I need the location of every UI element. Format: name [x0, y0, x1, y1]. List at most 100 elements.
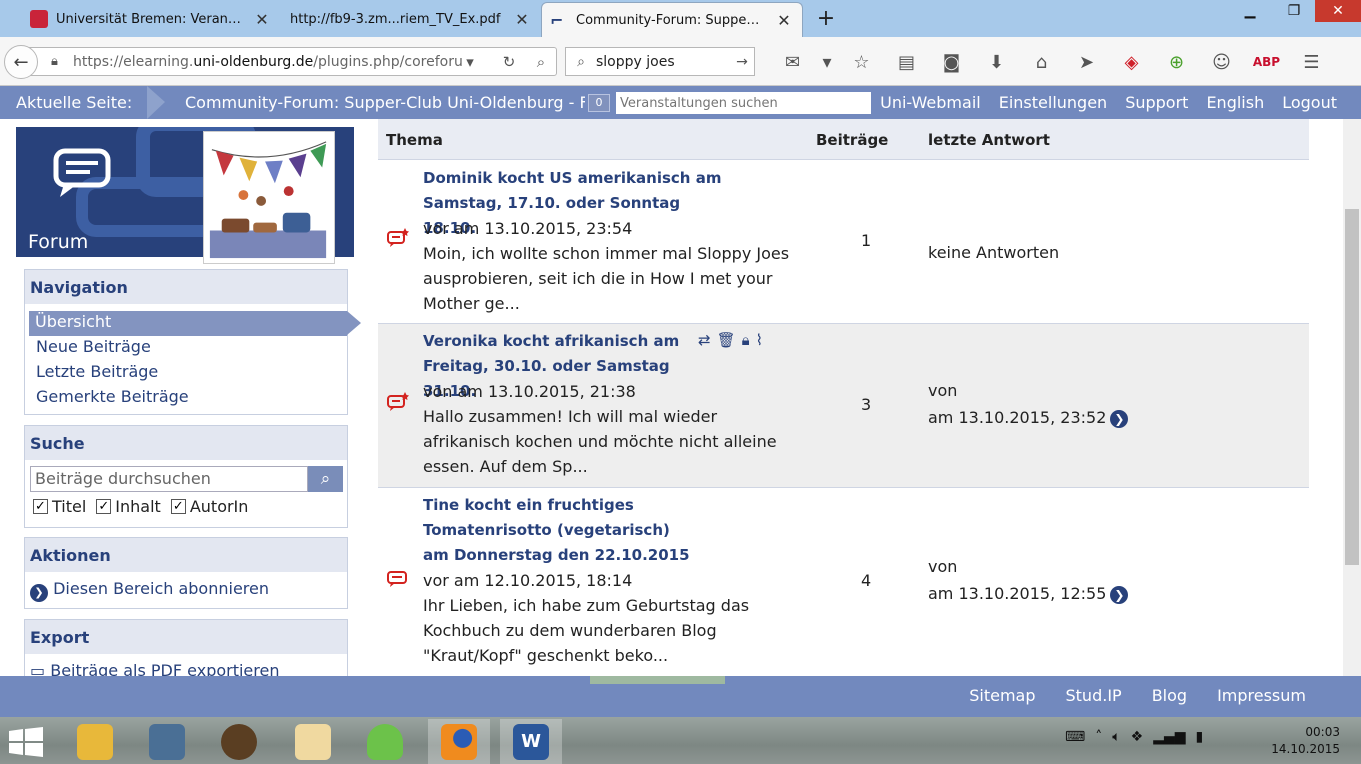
go-to-last-reply-icon[interactable]: ❯ — [1110, 409, 1129, 428]
last-reply-line: von — [928, 557, 958, 576]
search-go-icon[interactable]: → — [730, 54, 754, 70]
volume-icon[interactable]: 🔈︎ — [1112, 729, 1120, 745]
url-dropdown-icon[interactable]: ▾ — [459, 51, 481, 73]
photo-app-icon — [295, 723, 331, 760]
browser-nav-bar: 🔒︎ https://elearning.uni-oldenburg.de/pl… — [0, 37, 1361, 86]
new-tab-icon[interactable]: + — [812, 5, 840, 31]
last-reply: von am 13.10.2015, 23:52 ❯ — [928, 377, 1129, 431]
link-support[interactable]: Support — [1125, 93, 1188, 112]
nav-bookmarked-posts[interactable]: Gemerkte Beiträge — [25, 386, 347, 411]
link-webmail[interactable]: Uni-Webmail — [880, 93, 981, 112]
event-search-input[interactable] — [616, 92, 871, 114]
search-icon[interactable]: ⌕ — [530, 51, 552, 73]
go-to-last-reply-icon[interactable]: ❯ — [1110, 585, 1129, 604]
notification-badge[interactable]: 0 — [588, 94, 610, 112]
checkbox-author[interactable]: ✓ AutorIn — [170, 497, 248, 516]
forum-topics-table: Thema Beiträge letzte Antwort Dominik ko… — [378, 119, 1309, 676]
search-addon-icon[interactable]: ⊕ — [1154, 48, 1199, 76]
checkbox-title[interactable]: ✓ Titel — [33, 497, 86, 516]
table-row[interactable]: Tine kocht ein fruchtiges Tomatenrisotto… — [378, 488, 1309, 676]
taskbar-firefox[interactable] — [428, 719, 490, 764]
studip-favicon-icon: ⌐ — [550, 11, 564, 30]
mail-icon[interactable]: ✉ — [770, 48, 815, 76]
attach-icon[interactable]: ⌇ — [756, 331, 763, 349]
network-icon[interactable]: ▂▄▆ — [1153, 729, 1185, 745]
back-button[interactable]: ← — [4, 45, 38, 79]
checkbox-content[interactable]: ✓ Inhalt — [96, 497, 161, 516]
nav-latest-posts[interactable]: Letzte Beiträge — [25, 361, 347, 386]
nav-new-posts[interactable]: Neue Beiträge — [25, 336, 347, 361]
subscribe-link[interactable]: ❯ Diesen Bereich abonnieren — [25, 572, 347, 609]
topic-actions: ⇄ 🗑︎ 🔒︎ ⌇ — [698, 331, 763, 349]
tab-community-forum[interactable]: ⌐ Community-Forum: Suppe… ✕ — [541, 2, 803, 37]
link-settings[interactable]: Einstellungen — [999, 93, 1107, 112]
doc-app-icon — [149, 723, 185, 760]
reload-icon[interactable]: ↻ — [498, 51, 520, 73]
table-header: Thema Beiträge letzte Antwort — [378, 119, 1309, 160]
emoji-icon[interactable]: ☺ — [1199, 48, 1244, 76]
link-studip[interactable]: Stud.IP — [1066, 686, 1122, 705]
scrollbar-thumb[interactable] — [1345, 209, 1359, 565]
checkbox-checked-icon[interactable]: ✓ — [170, 499, 186, 514]
link-logout[interactable]: Logout — [1282, 93, 1337, 112]
dropbox-icon[interactable]: ❖ — [1131, 729, 1144, 745]
column-topic: Thema — [386, 131, 443, 149]
actions-header: Aktionen — [25, 538, 347, 572]
reading-list-icon[interactable]: ▤ — [884, 48, 929, 76]
taskbar-word[interactable]: W — [500, 719, 562, 764]
browser-search-field[interactable]: ⌕ sloppy joes → — [565, 47, 755, 76]
keyboard-icon[interactable]: ⌨ — [1065, 729, 1085, 745]
last-reply-line: keine Antworten — [928, 243, 1060, 262]
pocket-icon[interactable]: ◙ — [929, 48, 974, 76]
current-page-title[interactable]: Community-Forum: Supper-Club Uni-Oldenbu… — [185, 93, 585, 112]
home-icon[interactable]: ⌂ — [1019, 48, 1064, 76]
checkbox-checked-icon[interactable]: ✓ — [96, 499, 112, 514]
windows-start-icon[interactable] — [9, 727, 43, 757]
search-button[interactable]: ⌕ — [308, 466, 343, 492]
taskbar-speaker-app[interactable] — [208, 719, 270, 764]
uni-bremen-favicon-icon — [30, 10, 48, 28]
link-language[interactable]: English — [1206, 93, 1264, 112]
nav-overview[interactable]: Übersicht — [29, 311, 361, 336]
send-icon[interactable]: ➤ — [1064, 48, 1109, 76]
menu-icon[interactable]: ☰ — [1289, 48, 1334, 76]
url-bar[interactable]: 🔒︎ https://elearning.uni-oldenburg.de/pl… — [22, 47, 557, 76]
taskbar-file-explorer[interactable] — [64, 719, 126, 764]
taskbar-doc-app[interactable] — [136, 719, 198, 764]
taskbar-photo-app[interactable] — [282, 719, 344, 764]
taskbar-cloud-app[interactable] — [354, 719, 416, 764]
maximize-icon[interactable]: ❐ — [1272, 0, 1316, 22]
link-impressum[interactable]: Impressum — [1217, 686, 1306, 705]
close-tab-icon[interactable]: ✕ — [252, 10, 272, 29]
table-row[interactable]: Dominik kocht US amerikanisch am Samstag… — [378, 160, 1309, 324]
battery-icon[interactable]: ▮ — [1196, 729, 1204, 745]
tab-uni-bremen[interactable]: Universität Bremen: Veran… ✕ — [22, 3, 280, 35]
trash-icon[interactable]: 🗑︎ — [717, 331, 736, 349]
download-icon[interactable]: ⬇ — [974, 48, 1019, 76]
adblock-icon[interactable]: ABP — [1244, 48, 1289, 76]
bookmark-star-icon[interactable]: ☆ — [839, 48, 884, 76]
mail-dropdown-icon[interactable]: ▾ — [815, 48, 839, 76]
supper-club-image — [203, 131, 335, 264]
acrobat-icon[interactable]: ◈ — [1109, 48, 1154, 76]
banner-title: Forum — [28, 231, 89, 253]
close-tab-icon[interactable]: ✕ — [512, 10, 532, 29]
export-header: Export — [25, 620, 347, 654]
topic-meta: von am 13.10.2015, 21:38 — [423, 382, 636, 401]
link-sitemap[interactable]: Sitemap — [969, 686, 1035, 705]
table-row[interactable]: Veronika kocht afrikanisch am Freitag, 3… — [378, 324, 1309, 488]
minimize-icon[interactable]: ▁ — [1228, 0, 1272, 22]
window-close-icon[interactable]: ✕ — [1315, 0, 1361, 22]
checkbox-checked-icon[interactable]: ✓ — [33, 499, 48, 514]
current-page-label: Aktuelle Seite: — [16, 93, 133, 112]
tab-pdf[interactable]: http://fb9-3.zm...riem_TV_Ex.pdf ✕ — [282, 3, 540, 35]
page-scrollbar[interactable] — [1343, 119, 1361, 676]
taskbar-clock[interactable]: 00:03 14.10.2015 — [1268, 724, 1340, 758]
lock-icon[interactable]: 🔒︎ — [742, 331, 750, 349]
forum-search-input[interactable]: Beiträge durchsuchen — [30, 466, 308, 492]
move-icon[interactable]: ⇄ — [698, 331, 711, 349]
topic-title-link[interactable]: Tine kocht ein fruchtiges Tomatenrisotto… — [423, 493, 693, 568]
close-tab-icon[interactable]: ✕ — [774, 11, 794, 30]
show-hidden-icons-icon[interactable]: ˄ — [1095, 729, 1102, 745]
link-blog[interactable]: Blog — [1152, 686, 1187, 705]
